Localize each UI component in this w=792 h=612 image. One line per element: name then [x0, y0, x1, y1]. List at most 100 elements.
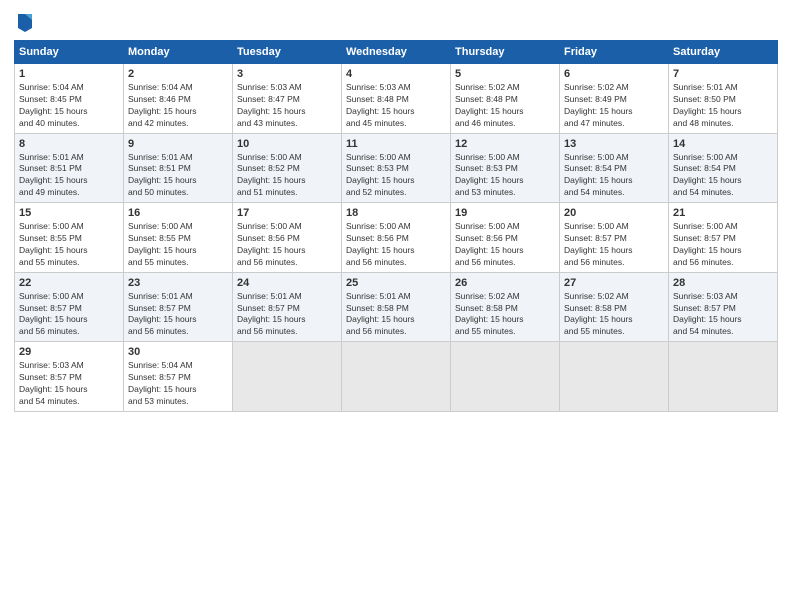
calendar-cell: 6 Sunrise: 5:02 AM Sunset: 8:49 PM Daylig… [560, 64, 669, 134]
header-row: SundayMondayTuesdayWednesdayThursdayFrid… [15, 41, 778, 64]
day-info: Sunrise: 5:01 AM Sunset: 8:58 PM Dayligh… [346, 291, 446, 339]
day-info: Sunrise: 5:00 AM Sunset: 8:57 PM Dayligh… [673, 221, 773, 269]
calendar-cell: 28 Sunrise: 5:03 AM Sunset: 8:57 PM Dayli… [669, 272, 778, 342]
day-number: 17 [237, 207, 337, 219]
day-number: 5 [455, 68, 555, 80]
day-info: Sunrise: 5:01 AM Sunset: 8:51 PM Dayligh… [19, 152, 119, 200]
calendar-cell: 22Sunrise: 5:00 AM Sunset: 8:57 PM Dayli… [15, 272, 124, 342]
day-number: 6 [564, 68, 664, 80]
day-info: Sunrise: 5:00 AM Sunset: 8:56 PM Dayligh… [346, 221, 446, 269]
day-number: 30 [128, 346, 228, 358]
calendar-cell: 23 Sunrise: 5:01 AM Sunset: 8:57 PM Dayli… [124, 272, 233, 342]
calendar-cell: 20 Sunrise: 5:00 AM Sunset: 8:57 PM Dayli… [560, 203, 669, 273]
day-info: Sunrise: 5:01 AM Sunset: 8:57 PM Dayligh… [237, 291, 337, 339]
calendar-cell: 11 Sunrise: 5:00 AM Sunset: 8:53 PM Dayli… [342, 133, 451, 203]
calendar-cell: 1 Sunrise: 5:04 AM Sunset: 8:45 PM Daylig… [15, 64, 124, 134]
calendar-week-4: 22Sunrise: 5:00 AM Sunset: 8:57 PM Dayli… [15, 272, 778, 342]
col-header-monday: Monday [124, 41, 233, 64]
day-info: Sunrise: 5:00 AM Sunset: 8:53 PM Dayligh… [455, 152, 555, 200]
day-number: 18 [346, 207, 446, 219]
day-info: Sunrise: 5:00 AM Sunset: 8:55 PM Dayligh… [128, 221, 228, 269]
calendar-cell: 12 Sunrise: 5:00 AM Sunset: 8:53 PM Dayli… [451, 133, 560, 203]
calendar-cell: 26 Sunrise: 5:02 AM Sunset: 8:58 PM Dayli… [451, 272, 560, 342]
day-number: 10 [237, 138, 337, 150]
col-header-wednesday: Wednesday [342, 41, 451, 64]
calendar-cell: 30 Sunrise: 5:04 AM Sunset: 8:57 PM Dayli… [124, 342, 233, 412]
day-info: Sunrise: 5:01 AM Sunset: 8:50 PM Dayligh… [673, 82, 773, 130]
calendar-cell: 10 Sunrise: 5:00 AM Sunset: 8:52 PM Dayli… [233, 133, 342, 203]
day-info: Sunrise: 5:04 AM Sunset: 8:45 PM Dayligh… [19, 82, 119, 130]
day-info: Sunrise: 5:04 AM Sunset: 8:46 PM Dayligh… [128, 82, 228, 130]
logo-icon [16, 10, 34, 32]
day-info: Sunrise: 5:03 AM Sunset: 8:57 PM Dayligh… [673, 291, 773, 339]
day-number: 27 [564, 277, 664, 289]
day-number: 1 [19, 68, 119, 80]
header [14, 10, 778, 32]
day-info: Sunrise: 5:02 AM Sunset: 8:58 PM Dayligh… [455, 291, 555, 339]
page: SundayMondayTuesdayWednesdayThursdayFrid… [0, 0, 792, 612]
calendar-table: SundayMondayTuesdayWednesdayThursdayFrid… [14, 40, 778, 412]
calendar-cell: 16 Sunrise: 5:00 AM Sunset: 8:55 PM Dayli… [124, 203, 233, 273]
calendar-cell [342, 342, 451, 412]
calendar-cell: 2 Sunrise: 5:04 AM Sunset: 8:46 PM Daylig… [124, 64, 233, 134]
day-info: Sunrise: 5:00 AM Sunset: 8:53 PM Dayligh… [346, 152, 446, 200]
day-info: Sunrise: 5:00 AM Sunset: 8:56 PM Dayligh… [237, 221, 337, 269]
day-number: 11 [346, 138, 446, 150]
day-info: Sunrise: 5:03 AM Sunset: 8:57 PM Dayligh… [19, 360, 119, 408]
calendar-cell: 9 Sunrise: 5:01 AM Sunset: 8:51 PM Daylig… [124, 133, 233, 203]
calendar-cell: 7 Sunrise: 5:01 AM Sunset: 8:50 PM Daylig… [669, 64, 778, 134]
calendar-cell: 3Sunrise: 5:03 AM Sunset: 8:47 PM Daylig… [233, 64, 342, 134]
day-info: Sunrise: 5:00 AM Sunset: 8:57 PM Dayligh… [564, 221, 664, 269]
day-info: Sunrise: 5:00 AM Sunset: 8:55 PM Dayligh… [19, 221, 119, 269]
day-number: 9 [128, 138, 228, 150]
day-number: 13 [564, 138, 664, 150]
day-info: Sunrise: 5:03 AM Sunset: 8:48 PM Dayligh… [346, 82, 446, 130]
calendar-cell: 24 Sunrise: 5:01 AM Sunset: 8:57 PM Dayli… [233, 272, 342, 342]
day-number: 12 [455, 138, 555, 150]
day-number: 20 [564, 207, 664, 219]
day-number: 2 [128, 68, 228, 80]
day-info: Sunrise: 5:00 AM Sunset: 8:54 PM Dayligh… [673, 152, 773, 200]
day-number: 7 [673, 68, 773, 80]
calendar-cell: 29 Sunrise: 5:03 AM Sunset: 8:57 PM Dayli… [15, 342, 124, 412]
calendar-cell: 5 Sunrise: 5:02 AM Sunset: 8:48 PM Daylig… [451, 64, 560, 134]
day-number: 16 [128, 207, 228, 219]
calendar-cell [560, 342, 669, 412]
day-info: Sunrise: 5:00 AM Sunset: 8:56 PM Dayligh… [455, 221, 555, 269]
logo [14, 10, 34, 32]
day-info: Sunrise: 5:02 AM Sunset: 8:49 PM Dayligh… [564, 82, 664, 130]
day-number: 21 [673, 207, 773, 219]
calendar-cell: 25 Sunrise: 5:01 AM Sunset: 8:58 PM Dayli… [342, 272, 451, 342]
day-number: 24 [237, 277, 337, 289]
day-info: Sunrise: 5:01 AM Sunset: 8:51 PM Dayligh… [128, 152, 228, 200]
day-info: Sunrise: 5:04 AM Sunset: 8:57 PM Dayligh… [128, 360, 228, 408]
day-number: 14 [673, 138, 773, 150]
calendar-cell: 13 Sunrise: 5:00 AM Sunset: 8:54 PM Dayli… [560, 133, 669, 203]
calendar-cell: 4Sunrise: 5:03 AM Sunset: 8:48 PM Daylig… [342, 64, 451, 134]
calendar-week-1: 1 Sunrise: 5:04 AM Sunset: 8:45 PM Daylig… [15, 64, 778, 134]
day-number: 26 [455, 277, 555, 289]
calendar-week-3: 15Sunrise: 5:00 AM Sunset: 8:55 PM Dayli… [15, 203, 778, 273]
day-number: 25 [346, 277, 446, 289]
day-number: 3 [237, 68, 337, 80]
day-info: Sunrise: 5:01 AM Sunset: 8:57 PM Dayligh… [128, 291, 228, 339]
day-info: Sunrise: 5:00 AM Sunset: 8:52 PM Dayligh… [237, 152, 337, 200]
day-info: Sunrise: 5:02 AM Sunset: 8:58 PM Dayligh… [564, 291, 664, 339]
calendar-week-2: 8Sunrise: 5:01 AM Sunset: 8:51 PM Daylig… [15, 133, 778, 203]
col-header-saturday: Saturday [669, 41, 778, 64]
col-header-tuesday: Tuesday [233, 41, 342, 64]
calendar-cell [233, 342, 342, 412]
calendar-cell: 17 Sunrise: 5:00 AM Sunset: 8:56 PM Dayli… [233, 203, 342, 273]
day-info: Sunrise: 5:02 AM Sunset: 8:48 PM Dayligh… [455, 82, 555, 130]
calendar-cell: 19 Sunrise: 5:00 AM Sunset: 8:56 PM Dayli… [451, 203, 560, 273]
col-header-friday: Friday [560, 41, 669, 64]
day-number: 19 [455, 207, 555, 219]
day-number: 23 [128, 277, 228, 289]
calendar-cell: 18 Sunrise: 5:00 AM Sunset: 8:56 PM Dayli… [342, 203, 451, 273]
day-info: Sunrise: 5:00 AM Sunset: 8:54 PM Dayligh… [564, 152, 664, 200]
day-number: 29 [19, 346, 119, 358]
day-number: 22 [19, 277, 119, 289]
calendar-cell [669, 342, 778, 412]
day-number: 28 [673, 277, 773, 289]
calendar-cell [451, 342, 560, 412]
